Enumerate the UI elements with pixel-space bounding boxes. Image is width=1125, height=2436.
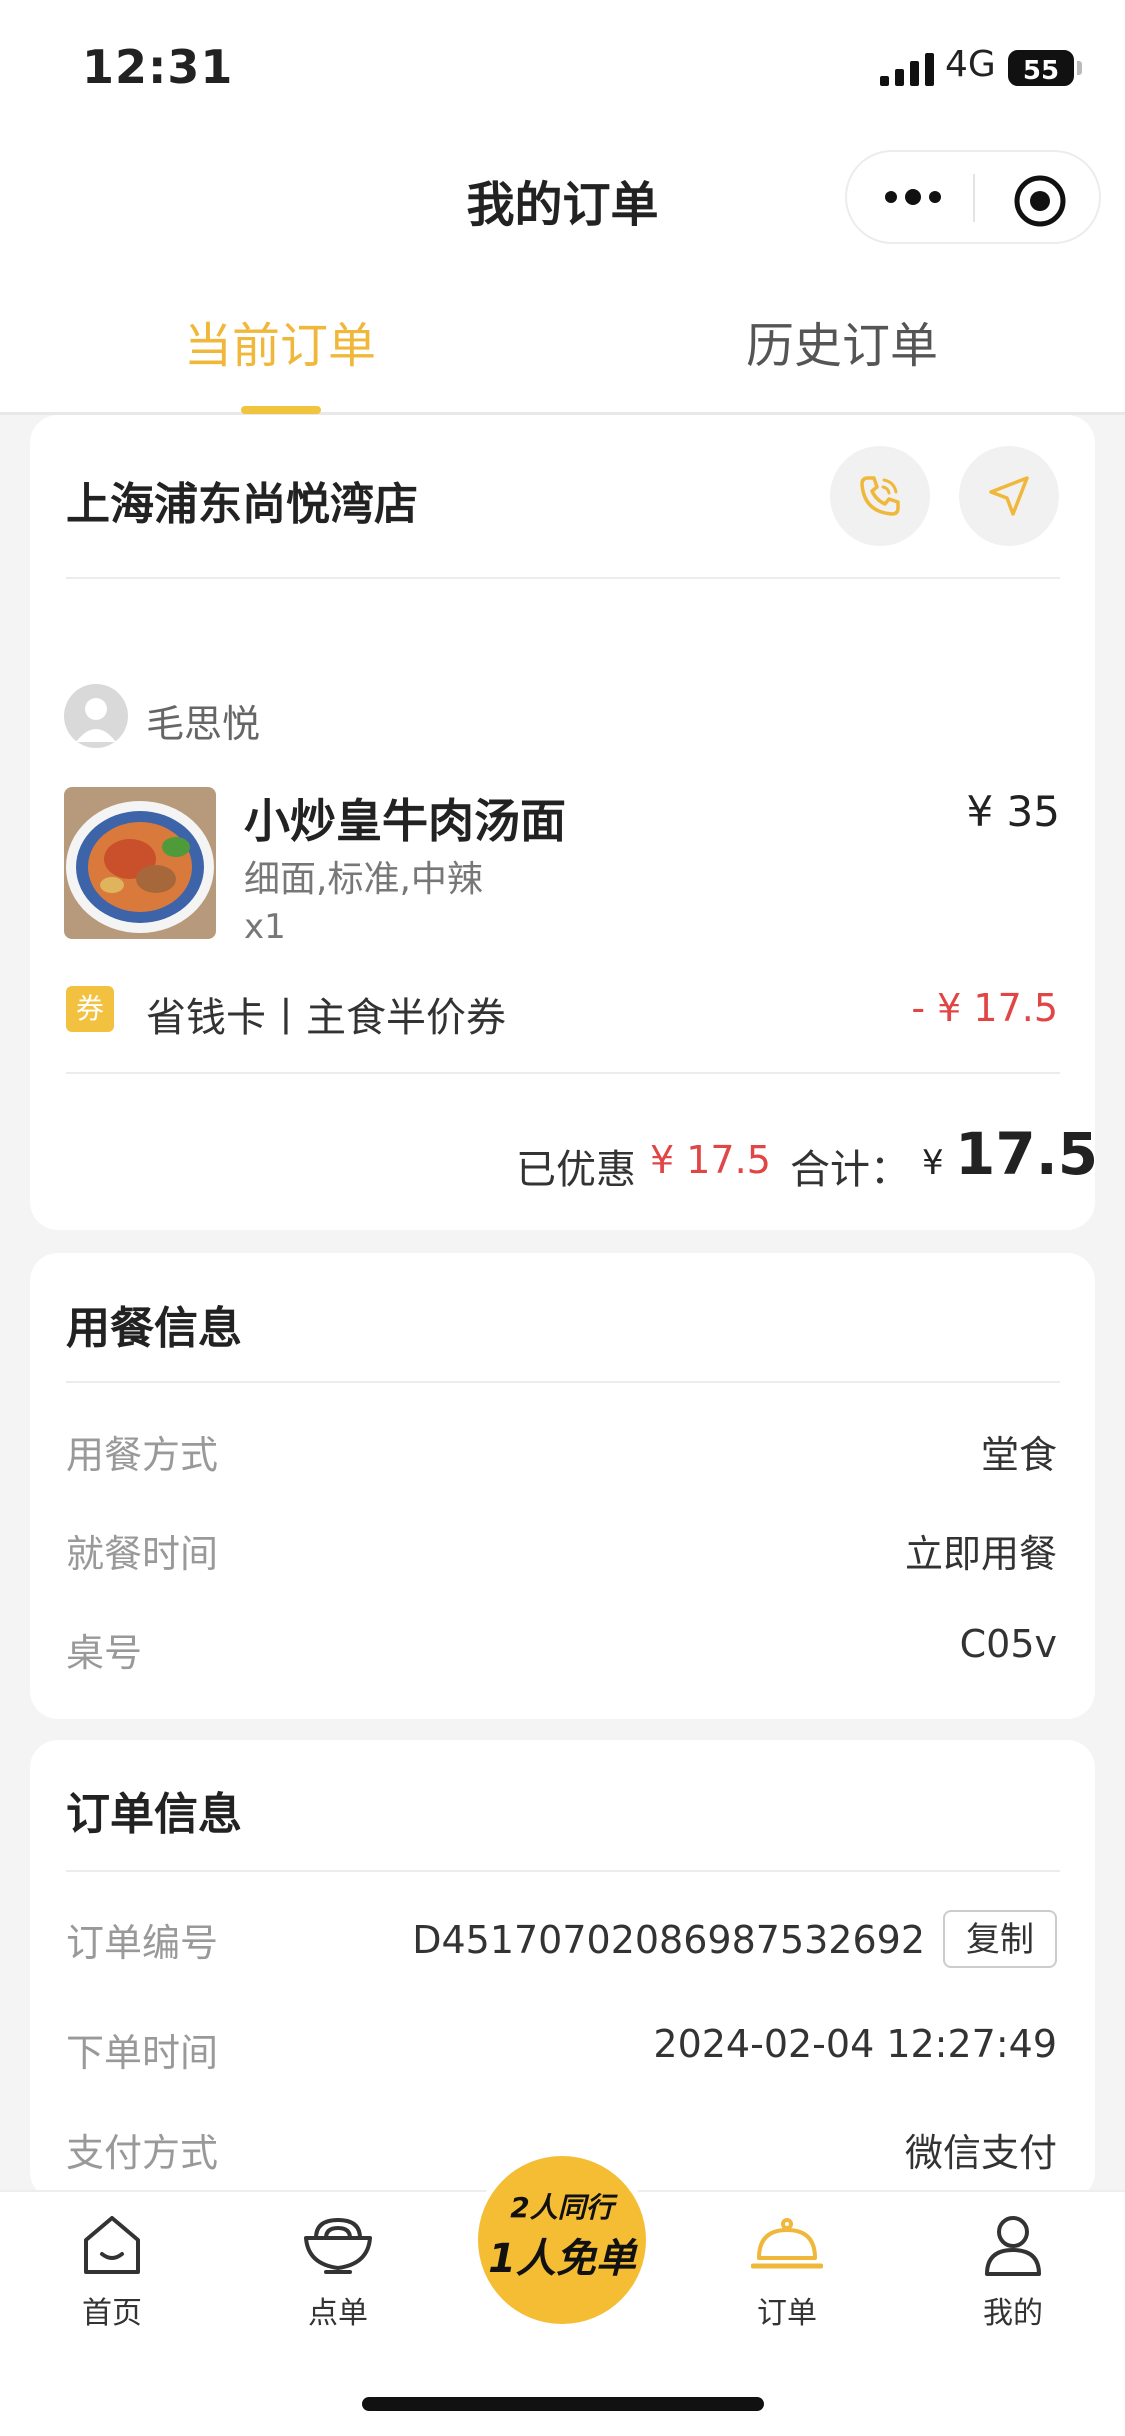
signal-icon <box>880 53 934 86</box>
tabbar-item-home[interactable]: 首页 <box>42 2208 182 2331</box>
tabbar-label-menu: 点单 <box>308 2296 368 2331</box>
beef-noodle-soup-photo <box>64 787 216 939</box>
food-image <box>64 787 216 939</box>
order-number-value: D45170702086987532692 <box>412 1918 925 1962</box>
dining-mode-value: 堂食 <box>980 1433 1057 1477</box>
total-currency: ¥ <box>922 1143 944 1183</box>
order-time-label: 下单时间 <box>66 2031 219 2075</box>
tab-history-orders[interactable]: 历史订单 <box>562 306 1122 376</box>
user-icon <box>985 2216 1041 2276</box>
network-type: 4G <box>945 44 996 85</box>
home-indicator[interactable] <box>362 2397 764 2411</box>
dining-mode-label: 用餐方式 <box>66 1433 219 1477</box>
food-spec: 细面,标准,中辣 <box>244 859 483 900</box>
cloche-icon <box>751 2218 823 2269</box>
promo-line-1: 2人同行 <box>510 2191 614 2224</box>
divider <box>66 1381 1060 1383</box>
table-number-label: 桌号 <box>66 1631 143 1675</box>
avatar <box>64 684 128 748</box>
food-quantity: x1 <box>244 907 286 947</box>
order-time-value: 2024-02-04 12:27:49 <box>653 2022 1057 2066</box>
tabbar-item-mine[interactable]: 我的 <box>943 2208 1083 2331</box>
navigation-arrow-icon <box>989 476 1029 516</box>
discount-label: 已优惠 <box>516 1147 636 1193</box>
mini-program-capsule <box>845 150 1101 244</box>
coupon-badge: 券 <box>66 986 114 1032</box>
more-icon[interactable] <box>883 182 943 212</box>
payment-method-label: 支付方式 <box>66 2131 219 2175</box>
tabbar-label-home: 首页 <box>82 2296 142 2331</box>
table-number-value: C05v <box>959 1622 1057 1666</box>
section-title: 用餐信息 <box>66 1303 242 1354</box>
food-name: 小炒皇牛肉汤面 <box>244 794 566 848</box>
close-target-icon[interactable] <box>1013 174 1067 228</box>
status-time: 12:31 <box>82 40 234 94</box>
total-label: 合计： <box>790 1147 910 1193</box>
tab-current-orders[interactable]: 当前订单 <box>0 306 560 376</box>
battery-icon: 55 <box>1008 50 1074 86</box>
noodle-bowl-icon <box>304 2217 372 2274</box>
store-name: 上海浦东尚悦湾店 <box>66 479 418 530</box>
promo-line-2: 1人免单 <box>488 2236 636 2282</box>
payment-method-value: 微信支付 <box>904 2131 1057 2175</box>
home-icon <box>84 2216 140 2274</box>
battery-tip <box>1077 61 1082 75</box>
dining-time-value: 立即用餐 <box>904 1532 1057 1576</box>
order-number-label: 订单编号 <box>66 1921 219 1965</box>
user-avatar-icon <box>76 698 116 742</box>
phone-icon <box>860 476 900 516</box>
divider <box>66 1870 1060 1872</box>
divider <box>66 1072 1060 1074</box>
order-tabs: 当前订单 历史订单 <box>0 270 1125 415</box>
copy-button[interactable]: 复制 <box>943 1910 1057 1968</box>
discount-amount: ¥ 17.5 <box>650 1138 771 1182</box>
divider <box>66 577 1060 579</box>
food-price: ¥ 35 <box>966 787 1060 836</box>
coupon-amount: - ¥ 17.5 <box>911 986 1058 1030</box>
coupon-name: 省钱卡丨主食半价券 <box>146 995 506 1041</box>
dining-time-label: 就餐时间 <box>66 1532 219 1576</box>
navigate-store-button[interactable] <box>959 446 1059 546</box>
tabbar-label-mine: 我的 <box>983 2296 1043 2331</box>
tabbar-item-orders[interactable]: 订单 <box>717 2208 857 2331</box>
tabbar-label-orders: 订单 <box>757 2296 817 2331</box>
call-store-button[interactable] <box>830 446 930 546</box>
tabbar-item-menu[interactable]: 点单 <box>268 2208 408 2331</box>
capsule-divider <box>973 174 975 222</box>
total-amount: 17.5 <box>955 1120 1099 1188</box>
active-tab-indicator <box>241 406 321 414</box>
section-title: 订单信息 <box>66 1789 242 1840</box>
orderer-name: 毛思悦 <box>146 702 261 746</box>
